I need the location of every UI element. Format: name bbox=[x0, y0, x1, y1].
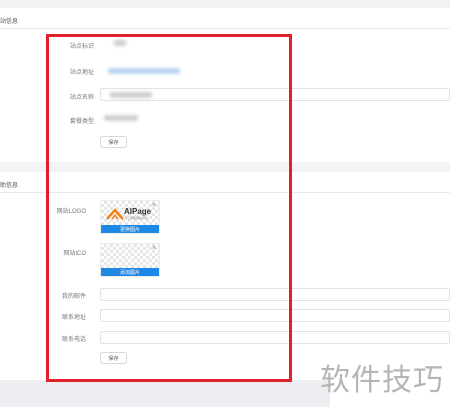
email-input[interactable] bbox=[100, 288, 450, 301]
site-url-value bbox=[108, 68, 180, 74]
aipage-logo-icon bbox=[106, 208, 124, 220]
basic-info-card: 站信息 站点标识 站点地址 站点名称 套餐类型 保存 bbox=[0, 8, 450, 162]
logo-remove-icon[interactable]: × bbox=[152, 202, 156, 209]
extra-section-divider bbox=[0, 192, 450, 193]
footer-area bbox=[0, 380, 330, 407]
phone-label: 联系电话 bbox=[61, 337, 86, 343]
basic-save-button[interactable]: 保存 bbox=[100, 136, 127, 148]
basic-section-divider bbox=[0, 28, 450, 29]
logo-change-button[interactable]: 更换图片 bbox=[101, 225, 159, 233]
extra-section-title: 助信息 bbox=[0, 183, 19, 189]
watermark-text: 软件技巧 bbox=[320, 363, 444, 398]
field-label-plan-type: 套餐类型 bbox=[69, 119, 94, 125]
field-label-site-name: 站点名称 bbox=[69, 95, 94, 101]
site-name-input[interactable] bbox=[100, 88, 450, 101]
email-label: 我的邮件 bbox=[61, 294, 86, 300]
ico-add-button[interactable]: 添加图片 bbox=[101, 268, 159, 276]
basic-section-title: 站信息 bbox=[0, 19, 19, 25]
logo-upload-box[interactable]: × AIPage 人工智能建站平台 更换图片 bbox=[100, 200, 160, 234]
logo-label: 网站LOGO bbox=[56, 209, 86, 215]
logo-brand-text: AIPage bbox=[124, 207, 152, 216]
field-label-site-url: 站点地址 bbox=[69, 70, 94, 76]
address-label: 联系地址 bbox=[61, 315, 86, 321]
site-id-value bbox=[114, 40, 126, 46]
ico-remove-icon[interactable]: × bbox=[152, 245, 156, 252]
ico-label: 网站ICO bbox=[63, 251, 86, 257]
site-name-value bbox=[110, 92, 152, 98]
logo-brand-sub: 人工智能建站平台 bbox=[124, 216, 149, 220]
ico-upload-box[interactable]: × 添加图片 bbox=[100, 243, 160, 277]
extra-save-button[interactable]: 保存 bbox=[100, 352, 127, 364]
top-strip bbox=[0, 0, 450, 4]
field-label-site-id: 站点标识 bbox=[69, 44, 94, 50]
address-input[interactable] bbox=[100, 309, 450, 322]
plan-type-value bbox=[104, 115, 138, 121]
phone-input[interactable] bbox=[100, 331, 450, 344]
